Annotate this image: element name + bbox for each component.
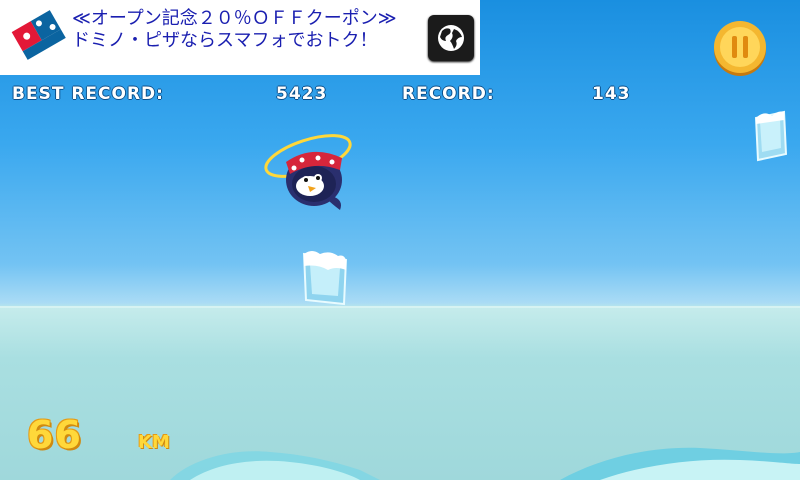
ice-block	[754, 110, 788, 162]
ad-banner[interactable]: ≪オープン記念２０％ＯＦＦクーポン≫ドミノ・ピザならスマフォでおトク！	[0, 0, 480, 75]
record-value: 143	[592, 84, 631, 104]
ice-waves	[170, 447, 800, 480]
record-label: RECORD:	[402, 84, 495, 104]
globe-icon[interactable]	[428, 15, 474, 61]
best-record-value: 5423	[276, 84, 328, 104]
distance-value: 66	[27, 413, 82, 457]
dominos-logo-icon	[7, 6, 67, 66]
horizon-line	[0, 306, 800, 308]
ad-text[interactable]: ≪オープン記念２０％ＯＦＦクーポン≫ドミノ・ピザならスマフォでおトク！	[72, 8, 412, 52]
pause-button[interactable]	[712, 20, 768, 76]
penguin-player	[264, 134, 352, 210]
game-scene[interactable]: ≪オープン記念２０％ＯＦＦクーポン≫ドミノ・ピザならスマフォでおトク！ BEST…	[0, 0, 800, 480]
best-record-label: BEST RECORD:	[12, 84, 164, 104]
distance-unit: KM	[138, 432, 170, 453]
ice-block	[302, 251, 348, 306]
